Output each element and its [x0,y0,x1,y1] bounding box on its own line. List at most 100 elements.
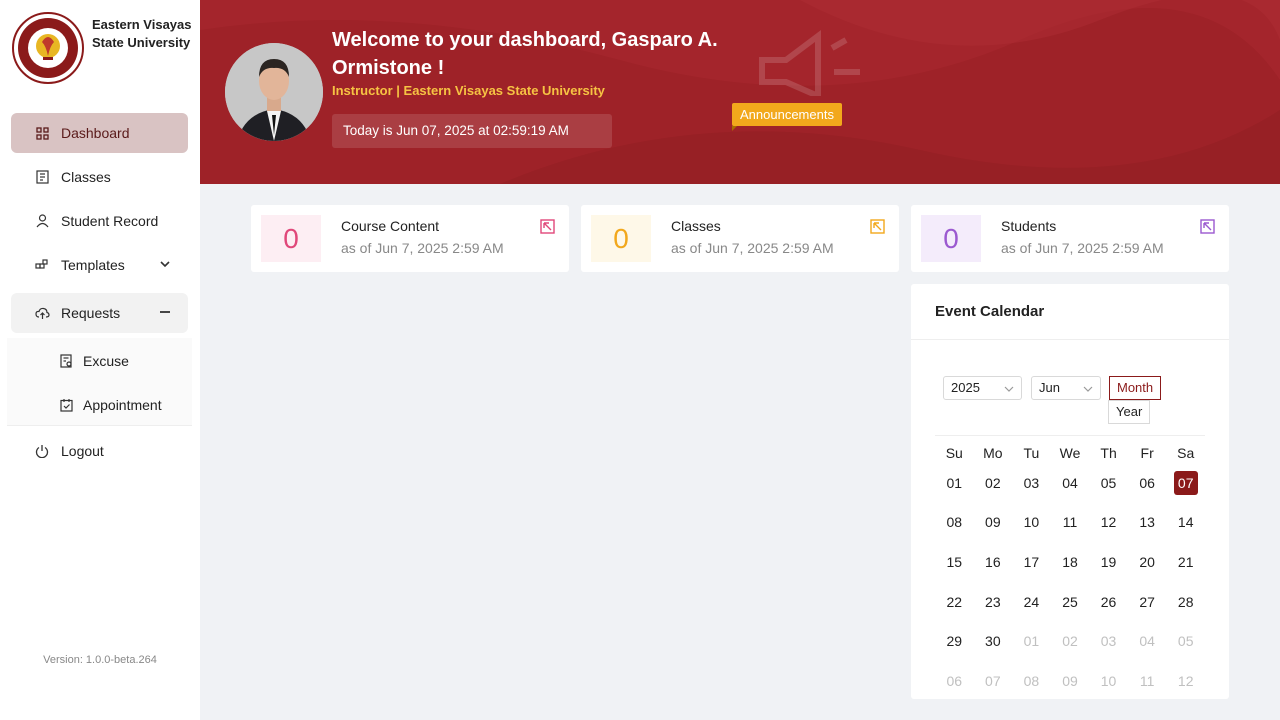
calendar-day[interactable]: 09 [1051,669,1090,693]
calendar-day[interactable]: 13 [1128,510,1167,534]
nav-appointment[interactable]: Appointment [11,385,188,425]
nav-classes-label: Classes [61,169,111,185]
calendar-day[interactable]: 28 [1166,590,1205,614]
calendar-day[interactable]: 04 [1051,471,1090,495]
calendar-day[interactable]: 29 [935,629,974,653]
chevron-down-icon [1004,386,1014,392]
mode-year-button[interactable]: Year [1108,400,1151,424]
welcome-heading: Welcome to your dashboard, Gasparo A. Or… [332,29,718,79]
welcome-banner: Welcome to your dashboard, Gasparo A. Or… [200,0,1280,184]
university-name: Eastern Visayas State University [92,16,192,52]
calendar-day[interactable]: 01 [1012,629,1051,653]
calendar-day[interactable]: 17 [1012,550,1051,574]
calendar-day[interactable]: 07 [974,669,1013,693]
calendar-day[interactable]: 10 [1089,669,1128,693]
calendar-day-number: 10 [1100,672,1117,689]
calendar-day-number: 03 [1023,474,1040,491]
calendar-day[interactable]: 12 [1166,669,1205,693]
calendar-day[interactable]: 21 [1166,550,1205,574]
current-datetime: Today is Jun 07, 2025 at 02:59:19 AM [332,114,612,148]
user-icon [34,213,50,229]
calendar-day-number: 06 [946,672,963,689]
user-role: Instructor | Eastern Visayas State Unive… [332,83,605,98]
nav-templates[interactable]: Templates [11,245,188,285]
month-select[interactable]: Jun [1031,376,1101,400]
calendar-day[interactable]: 25 [1051,590,1090,614]
course-content-card: 0 Course Content as of Jun 7, 2025 2:59 … [251,205,569,272]
announcements-badge[interactable]: Announcements [732,103,842,131]
calendar-day[interactable]: 20 [1128,550,1167,574]
weekday-header: Su Mo Tu We Th Fr Sa [935,443,1205,463]
calendar-day[interactable]: 06 [935,669,974,693]
calendar-day[interactable]: 09 [974,510,1013,534]
calendar-day[interactable]: 16 [974,550,1013,574]
open-link-icon[interactable] [1200,219,1215,234]
calendar-day-number: 02 [985,474,1001,491]
nav-requests[interactable]: Requests [11,293,188,333]
calendar-day[interactable]: 03 [1012,471,1051,495]
nav-excuse[interactable]: Excuse [11,341,188,381]
calendar-day[interactable]: 02 [1051,629,1090,653]
calendar-day[interactable]: 26 [1089,590,1128,614]
weekday-label: Mo [983,445,1003,461]
weekday-label: We [1059,445,1081,461]
calendar-day[interactable]: 02 [974,471,1013,495]
calendar-day[interactable]: 06 [1128,471,1167,495]
calendar-day[interactable]: 12 [1089,510,1128,534]
open-link-icon[interactable] [870,219,885,234]
calendar-day[interactable]: 24 [1012,590,1051,614]
calendar-check-icon [58,397,74,413]
calendar-day[interactable]: 11 [1051,510,1090,534]
brand[interactable]: Eastern Visayas State University [12,12,192,86]
calendar-day[interactable]: 10 [1012,510,1051,534]
calendar-day-number: 22 [946,593,963,610]
calendar-day[interactable]: 15 [935,550,974,574]
calendar-day[interactable]: 08 [935,510,974,534]
nav-student-record-label: Student Record [61,213,159,229]
calendar-day-number: 28 [1177,593,1194,610]
calendar-day[interactable]: 03 [1089,629,1128,653]
calendar-day[interactable]: 22 [935,590,974,614]
chevron-down-icon [160,261,170,268]
nav-dashboard-label: Dashboard [61,125,130,141]
calendar-day[interactable]: 18 [1051,550,1090,574]
calendar-day-number: 11 [1139,672,1155,689]
calendar-day[interactable]: 27 [1128,590,1167,614]
calendar-day-number: 21 [1177,553,1194,570]
calendar-day-number: 11 [1062,514,1078,531]
year-select[interactable]: 2025 [943,376,1022,400]
calendar-day[interactable]: 08 [1012,669,1051,693]
calendar-day-today[interactable]: 07 [1166,470,1205,495]
nav-student-record[interactable]: Student Record [11,201,188,241]
calendar-day[interactable]: 05 [1166,629,1205,653]
calendar-day[interactable]: 05 [1089,471,1128,495]
event-calendar: Event Calendar 2025 Jun Month Year Su Mo T… [911,284,1229,699]
calendar-day-number: 03 [1100,633,1117,650]
course-content-count: 0 [261,215,321,262]
calendar-day[interactable]: 19 [1089,550,1128,574]
calendar-day-number: 23 [985,593,1001,610]
nav-dashboard[interactable]: Dashboard [11,113,188,153]
students-card: 0 Students as of Jun 7, 2025 2:59 AM [911,205,1229,272]
calendar-day[interactable]: 23 [974,590,1013,614]
user-avatar[interactable] [225,43,323,141]
university-seal-logo [12,12,84,84]
calendar-day-number: 10 [1023,514,1040,531]
calendar-week-row: 15 16 17 18 19 20 21 [935,542,1205,582]
calendar-day[interactable]: 04 [1128,629,1167,653]
open-link-icon[interactable] [540,219,555,234]
calendar-day[interactable]: 11 [1128,669,1167,693]
nav-logout[interactable]: Logout [11,431,188,471]
book-icon [34,169,50,185]
course-content-timestamp: as of Jun 7, 2025 2:59 AM [341,240,504,256]
grid-icon [34,125,50,141]
nav-classes[interactable]: Classes [11,157,188,197]
mode-month-button[interactable]: Month [1109,376,1162,400]
course-content-title: Course Content [341,218,440,234]
calendar-day[interactable]: 01 [935,471,974,495]
calendar-day-number: 07 [985,672,1001,689]
classes-title: Classes [671,218,721,234]
calendar-day[interactable]: 14 [1166,510,1205,534]
calendar-day-number: 04 [1139,633,1155,650]
calendar-day[interactable]: 30 [974,629,1013,653]
